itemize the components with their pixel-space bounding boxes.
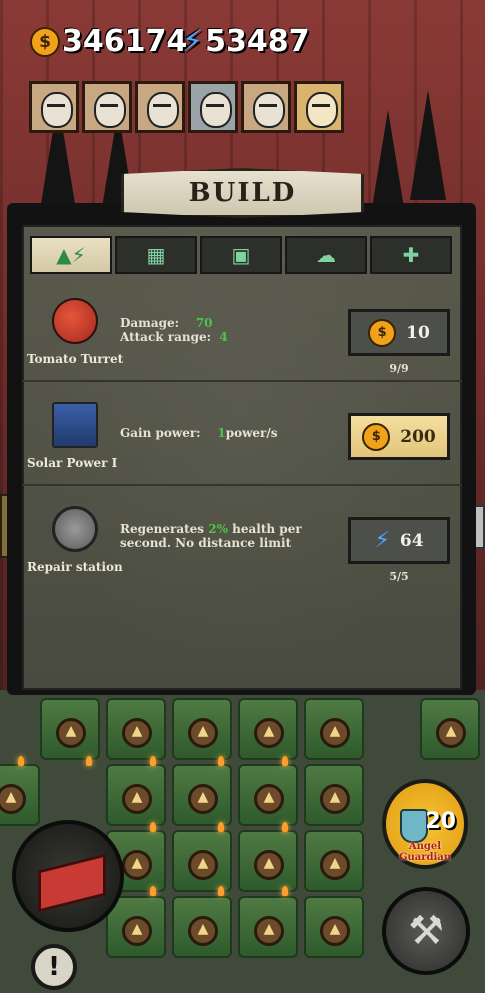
tab-attack[interactable]: ▲⚡	[30, 236, 112, 274]
item-count: 5/5	[389, 570, 409, 583]
wrench-hammer-icon: ⚒	[408, 908, 444, 954]
grid-tile[interactable]	[172, 698, 232, 760]
grid-tile[interactable]	[106, 764, 166, 826]
item-name: Tomato Turret	[27, 352, 124, 366]
lightning-icon: ⚡	[374, 528, 390, 553]
grid-tile[interactable]	[238, 764, 298, 826]
grid-tile[interactable]	[238, 830, 298, 892]
lightning-icon: ⚡	[182, 24, 204, 59]
cloud-icon: ☁	[316, 243, 336, 267]
solar-panel-icon	[52, 402, 98, 448]
angel-guardian-button[interactable]: 20 Angel Guardian	[382, 779, 468, 869]
book-button[interactable]	[12, 820, 124, 932]
character-portrait[interactable]	[82, 81, 132, 133]
grid-tile[interactable]	[238, 896, 298, 958]
buy-repair-station-button[interactable]: ⚡ 64	[348, 517, 450, 564]
panel-title: BUILD	[188, 178, 297, 208]
character-portraits	[29, 81, 344, 133]
coin-icon: $	[362, 422, 391, 451]
grid-tile[interactable]	[238, 698, 298, 760]
character-portrait[interactable]	[135, 81, 185, 133]
grid-tile[interactable]	[420, 698, 480, 760]
build-tabs: ▲⚡ ▦ ▣ ☁ ✚	[30, 236, 452, 274]
tab-power[interactable]: ▦	[115, 236, 197, 274]
grid-tile[interactable]	[172, 830, 232, 892]
item-stats: Damage: 70 Attack range: 4	[120, 316, 228, 344]
character-portrait[interactable]	[188, 81, 238, 133]
grid-tile[interactable]	[304, 830, 364, 892]
character-portrait[interactable]	[29, 81, 79, 133]
character-portrait[interactable]	[294, 81, 344, 133]
character-portrait[interactable]	[241, 81, 291, 133]
energy-counter: ⚡ 53487	[182, 24, 309, 59]
energy-amount: 53487	[205, 24, 310, 59]
coin-icon: $	[368, 318, 397, 347]
tab-repair[interactable]: ✚	[370, 236, 452, 274]
candle-flame	[150, 822, 156, 832]
price: 64	[399, 530, 424, 551]
build-item-tomato-turret[interactable]: Tomato Turret Damage: 70 Attack range: 4…	[22, 280, 462, 382]
candle-flame	[218, 822, 224, 832]
price: 10	[406, 322, 430, 343]
angel-count: 20	[425, 809, 456, 834]
repair-station-icon	[52, 506, 98, 552]
cross-icon: ✚	[402, 243, 420, 267]
candle-flame	[282, 756, 288, 766]
item-name: Repair station	[27, 560, 123, 574]
tab-frame[interactable]: ▣	[200, 236, 282, 274]
grid-tile[interactable]	[40, 698, 100, 760]
build-item-repair-station[interactable]: Repair station Regenerates 2% health per…	[22, 488, 462, 590]
candle-flame	[86, 756, 92, 766]
grid-tile[interactable]	[106, 698, 166, 760]
frame-icon: ▣	[231, 243, 251, 267]
grid-tile[interactable]	[304, 764, 364, 826]
candle-flame	[282, 886, 288, 896]
coin-amount: 346174	[62, 24, 188, 59]
build-banner: BUILD	[121, 168, 364, 218]
build-tools-button[interactable]: ⚒	[382, 887, 470, 975]
coin-icon: $	[30, 26, 60, 57]
item-description: Gain power: 1power/s	[120, 426, 278, 440]
shield-icon	[400, 809, 428, 843]
item-name: Solar Power I	[27, 456, 118, 470]
alert-button[interactable]: !	[31, 944, 77, 990]
buy-solar-power-button[interactable]: $ 200	[348, 413, 450, 460]
range-value: 4	[219, 330, 228, 344]
item-description: Regenerates 2% health per second. No dis…	[120, 522, 302, 550]
buy-tomato-turret-button[interactable]: $ 10	[348, 309, 450, 356]
battery-icon: ▦	[146, 243, 166, 267]
damage-value: 70	[195, 316, 213, 330]
coin-counter: $ 346174	[30, 24, 187, 59]
candle-flame	[150, 886, 156, 896]
turret-bolt-icon: ▲⚡	[56, 243, 86, 267]
price: 200	[400, 426, 436, 447]
item-count: 9/9	[389, 362, 409, 375]
exclamation-icon: !	[48, 952, 60, 982]
grid-tile[interactable]	[172, 764, 232, 826]
candle-flame	[218, 886, 224, 896]
candle-flame	[150, 756, 156, 766]
tomato-turret-icon	[52, 298, 98, 344]
tree-silhouette	[410, 90, 446, 200]
candle-flame	[218, 756, 224, 766]
tab-support[interactable]: ☁	[285, 236, 367, 274]
grid-tile[interactable]	[0, 764, 40, 826]
grid-tile[interactable]	[304, 698, 364, 760]
grid-tile[interactable]	[304, 896, 364, 958]
angel-label: Angel Guardian	[398, 841, 452, 863]
grid-tile[interactable]	[172, 896, 232, 958]
build-item-solar-power[interactable]: Solar Power I Gain power: 1power/s $ 200	[22, 384, 462, 486]
candle-flame	[282, 822, 288, 832]
candle-flame	[18, 756, 24, 766]
